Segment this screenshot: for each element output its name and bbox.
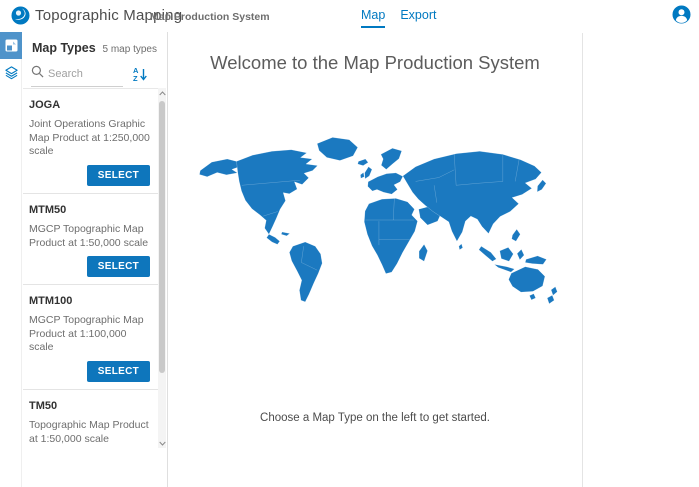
sort-az-icon[interactable]: A Z <box>132 66 147 87</box>
layers-icon[interactable] <box>0 59 22 86</box>
scrollbar-thumb[interactable] <box>159 101 165 373</box>
header: Topographic Mapping Map Production Syste… <box>0 0 699 32</box>
map-type-title: TM50 <box>29 397 150 414</box>
select-button[interactable]: SELECT <box>87 256 150 277</box>
scroll-up-icon[interactable] <box>158 88 166 98</box>
list-item-mtm50[interactable]: MTM50 MGCP Topographic Map Product at 1:… <box>23 194 158 285</box>
tool-strip <box>0 32 22 487</box>
list-item-mtm100[interactable]: MTM100 MGCP Topographic Map Product at 1… <box>23 285 158 390</box>
map-type-description: MGCP Topographic Map Product at 1:50,000… <box>29 223 150 250</box>
nav-tab-map[interactable]: Map <box>361 8 385 28</box>
map-type-count: 5 map types <box>103 44 157 55</box>
app-logo-globe-icon <box>11 6 30 25</box>
panel-title: Map Types <box>32 41 96 55</box>
map-type-description: Joint Operations Graphic Map Product at … <box>29 118 150 159</box>
search-box <box>31 65 123 87</box>
world-map-image <box>184 120 570 320</box>
right-panel-divider <box>582 33 583 487</box>
map-types-panel: Map Types 5 map types A Z <box>23 32 167 487</box>
map-type-description: Topographic Map Product at 1:50,000 scal… <box>29 419 150 446</box>
app-subtitle: Map Production System <box>150 11 270 23</box>
map-type-title: MTM50 <box>29 201 150 218</box>
select-button[interactable]: SELECT <box>87 165 150 186</box>
map-type-title: MTM100 <box>29 292 150 309</box>
instruction-text: Choose a Map Type on the left to get sta… <box>168 412 582 424</box>
app-window: Topographic Mapping Map Production Syste… <box>0 0 699 487</box>
map-types-tool-icon[interactable] <box>0 32 22 59</box>
list-item-tm50[interactable]: TM50 Topographic Map Product at 1:50,000… <box>23 390 158 448</box>
main-content: Welcome to the Map Production System <box>168 32 582 487</box>
map-type-description: MGCP Topographic Map Product at 1:100,00… <box>29 314 150 355</box>
select-button[interactable]: SELECT <box>87 361 150 382</box>
nav-tab-export[interactable]: Export <box>400 8 436 28</box>
scroll-down-icon[interactable] <box>158 438 166 448</box>
map-type-list: JOGA Joint Operations Graphic Map Produc… <box>23 88 158 448</box>
user-avatar-icon[interactable] <box>672 5 691 24</box>
map-type-title: JOGA <box>29 96 150 113</box>
list-scrollbar[interactable] <box>158 88 166 448</box>
sidebar: Map Types 5 map types A Z <box>0 32 168 487</box>
top-nav: Map Export <box>361 8 436 28</box>
search-icon <box>31 65 44 83</box>
svg-text:Z: Z <box>133 74 138 82</box>
list-item-joga[interactable]: JOGA Joint Operations Graphic Map Produc… <box>23 89 158 194</box>
search-input[interactable] <box>48 68 122 80</box>
welcome-heading: Welcome to the Map Production System <box>168 52 582 74</box>
